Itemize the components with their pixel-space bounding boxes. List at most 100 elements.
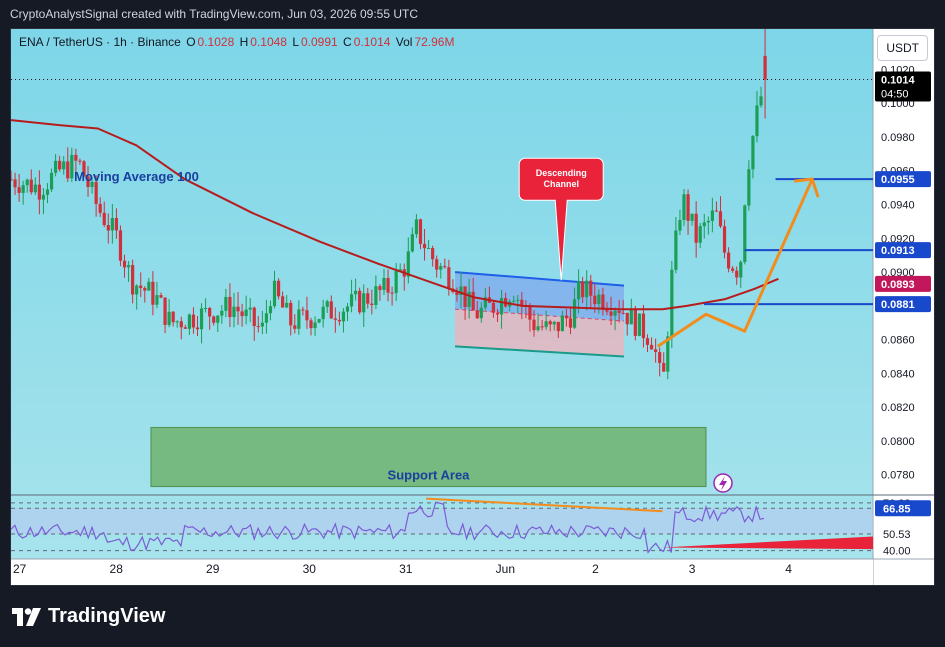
candle-body [641,313,646,339]
candle-body [678,220,682,231]
candle-body [220,310,224,316]
high-value: 0.1048 [250,35,287,49]
candle-body [78,160,82,162]
candle-body [301,309,305,311]
price-tick-label: 0.0980 [881,132,915,144]
candle-body [354,290,358,295]
candle-body [597,294,601,305]
candle-body [268,306,273,314]
price-tick-label: 0.0860 [881,335,915,347]
candle-body [629,308,633,325]
candle-body [297,309,301,329]
candle-body [58,160,62,170]
candle-body [759,96,763,106]
candle-body [593,295,597,305]
caption-text: CryptoAnalystSignal created with Trading… [10,7,418,21]
candle-body [710,210,714,221]
candle-body [366,293,370,304]
candle-body [167,311,171,325]
candle-body [463,286,467,308]
candle-body [637,313,642,336]
candle-body [544,321,548,328]
candle-body [195,327,200,330]
candle-body [613,310,617,316]
candle-body [337,319,341,322]
candle-body [633,308,637,336]
close-label: C [343,35,352,49]
open-label: O [186,35,196,49]
currency-button[interactable]: USDT [877,35,928,61]
candle-body [260,322,264,327]
candle-body [33,184,37,193]
candle-body [731,268,735,271]
candle-body [204,307,208,309]
candle-body [102,212,106,226]
candle-body [122,260,127,268]
candle-body [540,326,544,328]
rsi-tick-label: 40.00 [883,546,911,558]
candle-body [126,265,131,268]
high-label: H [239,35,249,49]
chart-frame[interactable]: 0.10200.10000.09800.09600.09400.09200.09… [10,28,935,586]
price-chart[interactable]: 0.10200.10000.09800.09600.09400.09200.09… [11,29,934,585]
candle-body [94,181,98,204]
candle-body [179,321,183,328]
candle-body [114,218,119,231]
candle-body [276,280,281,297]
candle-body [21,185,25,193]
volume-value: 72.96M [414,35,455,49]
candle-body [147,281,151,291]
price-badge-label: 0.0893 [881,279,915,291]
brand-name: TradingView [48,605,166,627]
open-value: 0.1028 [197,35,235,49]
low-label: L [292,35,299,49]
tradingview-logo[interactable]: TradingView [12,605,165,628]
candle-body [29,179,33,193]
candle-body [110,218,114,231]
candle-body [645,338,650,345]
candle-body [106,225,110,231]
candle-body [191,314,196,328]
candle-body [654,349,658,353]
candle-body [349,294,354,307]
time-tick-label: 2 [592,562,599,576]
candle-body [499,298,504,315]
candle-body [743,205,747,262]
candle-body [528,306,532,320]
candle-body [62,161,66,170]
candle-body [256,326,260,328]
candle-body [751,136,755,170]
candle-body [532,319,536,331]
candle-body [475,310,479,319]
time-tick-label: 28 [110,562,124,576]
candle-body [722,226,727,253]
candle-body [325,301,329,307]
candle-body [183,327,187,329]
candle-body [479,307,483,319]
candle-body [435,259,439,270]
candle-body [321,306,325,320]
price-badge-label: 0.1014 [881,75,916,87]
candle-body [410,234,414,252]
candle-body [674,230,678,270]
candle-body [390,292,394,294]
candle-body [763,55,767,80]
candle-body [447,267,451,289]
symbol-label: ENA / TetherUS · 1h · Binance [19,35,181,49]
candle-body [702,222,706,227]
candle-body [694,213,698,243]
candle-body [418,219,423,244]
candle-body [552,321,556,325]
candle-body [159,295,163,298]
candle-body [224,296,228,311]
time-axis-band [11,559,873,585]
candle-body [374,286,378,306]
candle-body [512,300,516,302]
candle-body [658,352,662,363]
candle-body [386,278,390,293]
candle-body [698,226,702,243]
candle-body [264,313,269,323]
footer: TradingView [0,586,945,647]
low-value: 0.0991 [301,35,338,49]
candle-body [41,194,46,200]
